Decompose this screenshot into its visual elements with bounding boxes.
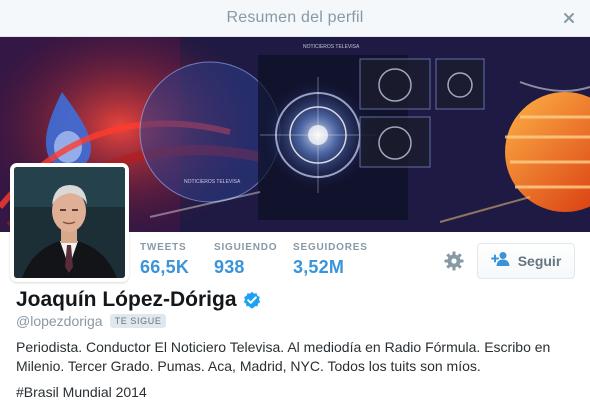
follow-label: Seguir [517,253,562,269]
modal-header: Resumen del perfil [0,0,590,37]
stat-tweets[interactable]: TWEETS 66,5K [140,242,189,278]
profile-bio: Periodista. Conductor El Noticiero Telev… [16,339,551,374]
stat-label: SIGUIENDO [214,242,278,253]
stat-followers[interactable]: SEGUIDORES 3,52M [293,242,368,278]
handle-row: @lopezdoriga TE SIGUE [16,313,167,329]
follow-button[interactable]: Seguir [477,243,575,279]
banner-caption: NOTICIEROS TELEVISA [184,179,241,185]
verified-badge-icon [243,291,261,309]
profile-location: #Brasil Mundial 2014 [16,384,147,400]
stat-value: 66,5K [140,257,190,277]
profile-handle[interactable]: @lopezdoriga [16,313,103,329]
follows-you-badge: TE SIGUE [109,314,167,328]
modal-title: Resumen del perfil [226,9,364,26]
stat-label: TWEETS [140,242,187,253]
stat-following[interactable]: SIGUIENDO 938 [214,242,277,278]
profile-name[interactable]: Joaquín López-Dóriga [16,288,237,312]
banner-caption: NOTICIEROS TELEVISA [303,44,360,50]
name-row: Joaquín López-Dóriga [16,288,261,312]
add-user-icon [490,251,511,272]
gear-icon[interactable] [444,251,464,271]
stat-value: 3,52M [293,257,345,277]
stat-label: SEGUIDORES [293,242,368,253]
stat-value: 938 [214,257,245,277]
avatar[interactable] [10,163,129,282]
close-icon[interactable] [562,11,576,25]
profile-summary-modal: Resumen del perfil NOTICIEROS TELEVISA N… [0,0,590,411]
